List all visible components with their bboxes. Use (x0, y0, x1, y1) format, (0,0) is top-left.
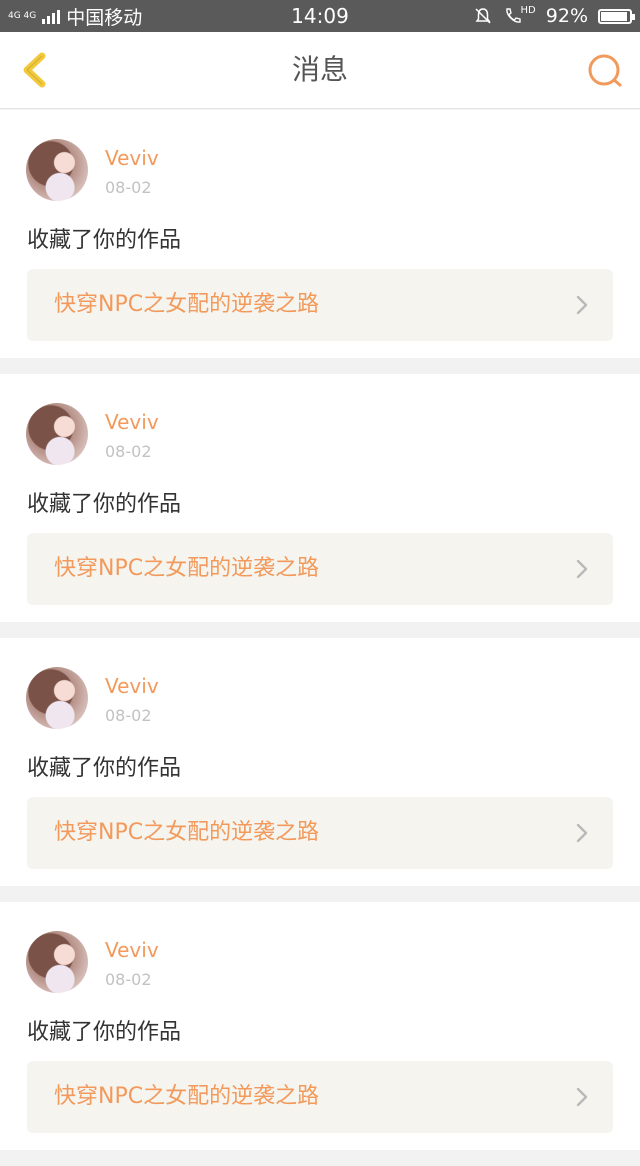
message-card: Veviv 08-02 收藏了你的作品 快穿NPC之女配的逆袭之路 (0, 110, 640, 358)
message-date: 08-02 (105, 178, 152, 197)
work-link-button[interactable]: 快穿NPC之女配的逆袭之路 (27, 1061, 613, 1133)
message-date: 08-02 (105, 442, 152, 461)
work-title: 快穿NPC之女配的逆袭之路 (54, 292, 320, 317)
message-action: 收藏了你的作品 (27, 1020, 182, 1045)
message-card: Veviv 08-02 收藏了你的作品 快穿NPC之女配的逆袭之路 (0, 374, 640, 622)
nav-bar: 消息 (0, 32, 640, 109)
page-title: 消息 (291, 53, 348, 86)
chevron-right-icon (576, 1087, 588, 1107)
work-title: 快穿NPC之女配的逆袭之路 (54, 556, 320, 581)
work-link-button[interactable]: 快穿NPC之女配的逆袭之路 (27, 797, 613, 869)
mute-bell-icon (475, 8, 491, 24)
work-link-button[interactable]: 快穿NPC之女配的逆袭之路 (27, 533, 613, 605)
chevron-right-icon (576, 559, 588, 579)
work-title: 快穿NPC之女配的逆袭之路 (54, 820, 320, 845)
status-right: HD 92% (473, 0, 635, 32)
message-action: 收藏了你的作品 (27, 492, 182, 517)
avatar[interactable] (26, 931, 88, 993)
hd-label: HD (520, 5, 536, 16)
hd-call-icon: HD (503, 6, 536, 26)
avatar[interactable] (26, 139, 88, 201)
work-link-button[interactable]: 快穿NPC之女配的逆袭之路 (27, 269, 613, 341)
message-action: 收藏了你的作品 (27, 228, 182, 253)
message-list: Veviv 08-02 收藏了你的作品 快穿NPC之女配的逆袭之路 Veviv … (0, 110, 640, 1166)
avatar[interactable] (26, 667, 88, 729)
battery-percent: 92% (545, 5, 588, 27)
message-date: 08-02 (105, 706, 152, 725)
message-action: 收藏了你的作品 (27, 756, 182, 781)
status-bar: 4G 4G 中国移动 14:09 HD 92% (0, 0, 640, 32)
battery-icon (598, 8, 635, 24)
chevron-right-icon (576, 823, 588, 843)
chevron-right-icon (576, 295, 588, 315)
message-card: Veviv 08-02 收藏了你的作品 快穿NPC之女配的逆袭之路 (0, 902, 640, 1150)
avatar[interactable] (26, 403, 88, 465)
message-date: 08-02 (105, 970, 152, 989)
username[interactable]: Veviv (105, 674, 159, 698)
work-title: 快穿NPC之女配的逆袭之路 (54, 1084, 320, 1109)
username[interactable]: Veviv (105, 410, 159, 434)
search-icon[interactable] (586, 52, 624, 90)
message-card: Veviv 08-02 收藏了你的作品 快穿NPC之女配的逆袭之路 (0, 638, 640, 886)
username[interactable]: Veviv (105, 146, 159, 170)
username[interactable]: Veviv (105, 938, 159, 962)
